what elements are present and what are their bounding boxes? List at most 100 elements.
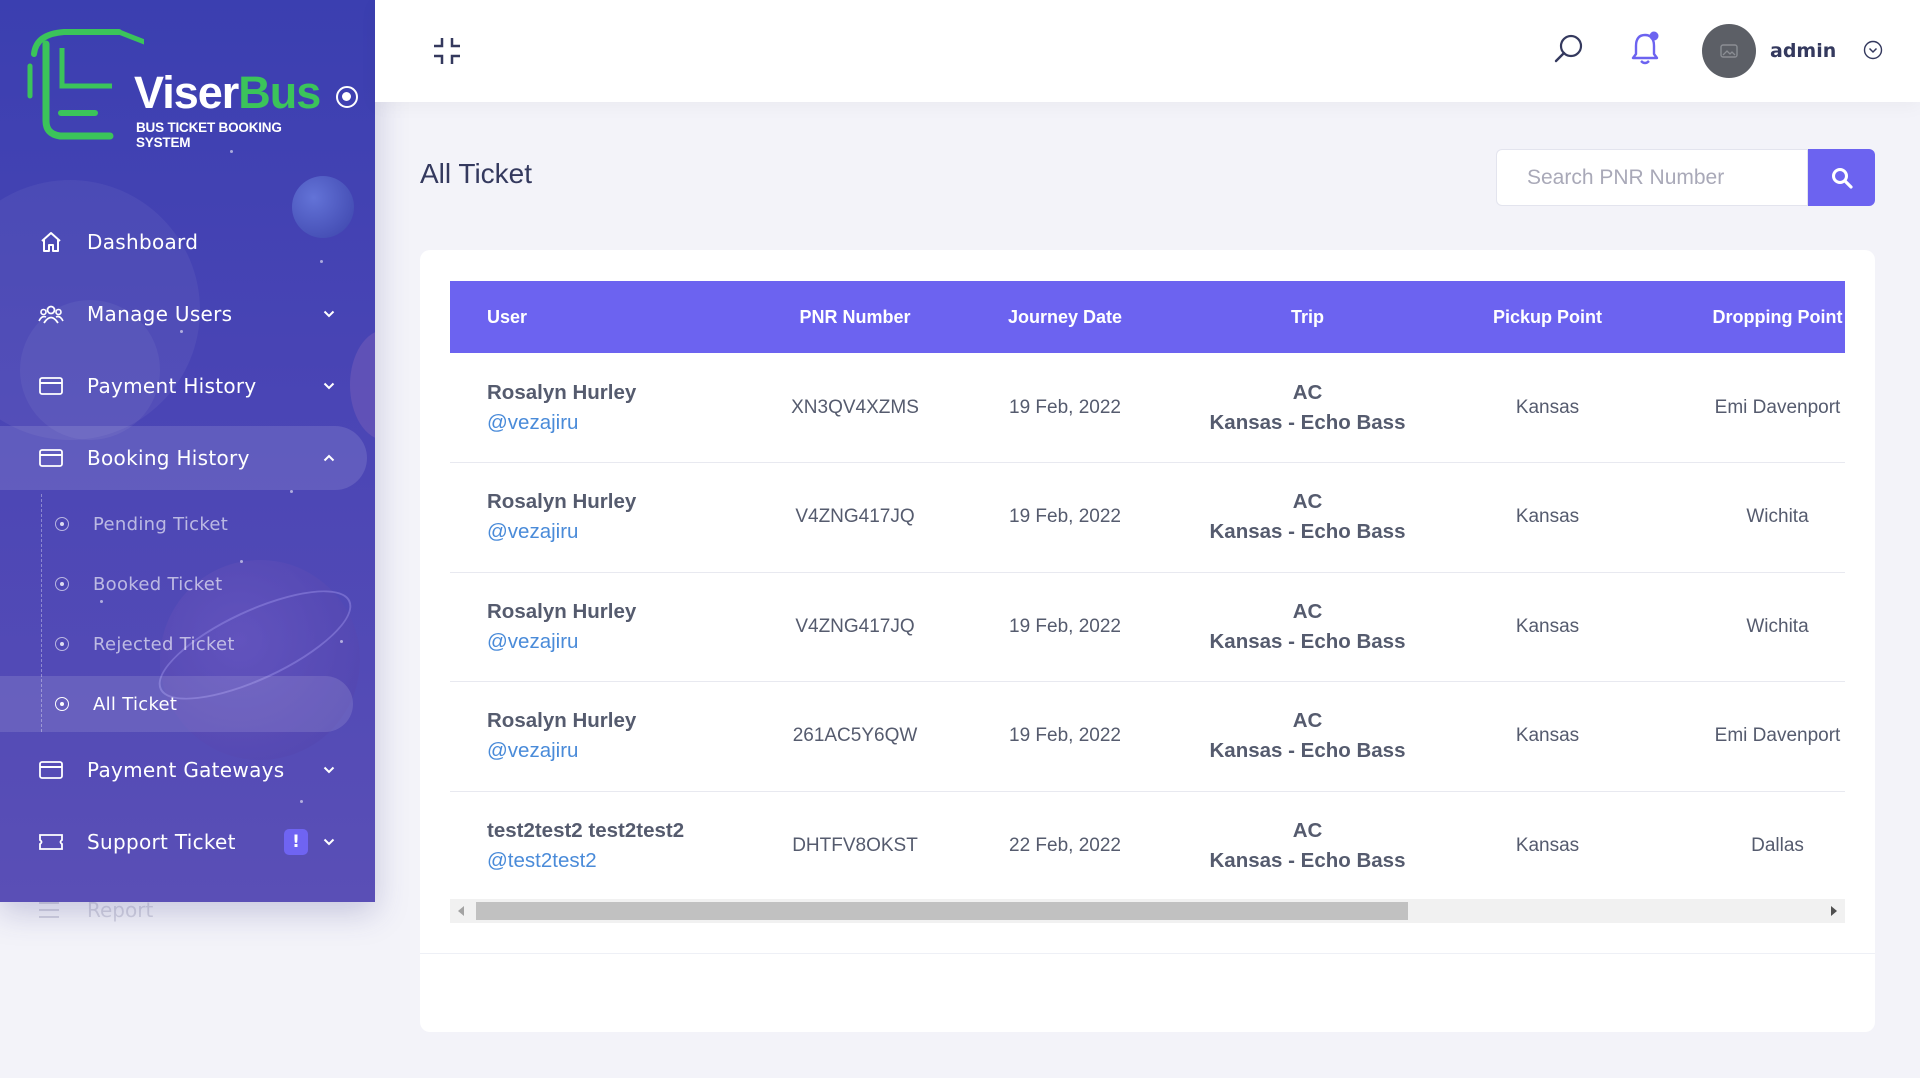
circle-dot-icon — [55, 577, 69, 591]
sidebar-item-payment-gateways[interactable]: Payment Gateways — [0, 734, 375, 806]
star-decoration — [230, 150, 233, 153]
trip-cell: AC Kansas - Echo Bass — [1175, 463, 1440, 573]
dropping-point-cell: Wichita — [1746, 615, 1809, 637]
credit-card-icon — [38, 374, 64, 398]
user-handle-link[interactable]: @vezajiru — [487, 411, 755, 435]
trip-cell: AC Kansas - Echo Bass — [1175, 572, 1440, 682]
journey-date-cell: 19 Feb, 2022 — [1009, 725, 1121, 747]
pnr-cell: XN3QV4XZMS — [791, 396, 919, 418]
pickup-point-cell: Kansas — [1515, 835, 1580, 856]
tickets-card: User PNR Number Journey Date Trip Pickup… — [420, 250, 1875, 1032]
chevron-down-icon — [323, 764, 335, 776]
dropping-point-cell: Dallas — [1751, 835, 1804, 856]
column-header-trip: Trip — [1290, 306, 1324, 327]
chevron-down-icon — [323, 308, 335, 320]
sidebar-item-label: Report — [87, 898, 154, 922]
trip-class: AC — [1292, 490, 1323, 514]
journey-date-cell: 19 Feb, 2022 — [1009, 396, 1121, 418]
pickup-point-cell: Kansas — [1515, 725, 1580, 747]
sidebar-toggle-button[interactable] — [336, 86, 358, 108]
sidebar-item-manage-users[interactable]: Manage Users — [0, 278, 375, 350]
sidebar-item-dashboard[interactable]: Dashboard — [0, 206, 375, 278]
chevron-down-circle-icon[interactable] — [1863, 40, 1883, 60]
column-header-user: User — [487, 306, 528, 327]
sidebar-item-booking-history[interactable]: Booking History — [0, 426, 367, 490]
avatar[interactable] — [1702, 24, 1756, 78]
sidebar-item-support-ticket[interactable]: Support Ticket ! — [0, 806, 375, 878]
pnr-cell: 261AC5Y6QW — [792, 725, 918, 747]
journey-date-cell: 22 Feb, 2022 — [1009, 835, 1121, 856]
pnr-cell: V4ZNG417JQ — [795, 615, 915, 637]
table-row: Rosalyn Hurley @vezajiru XN3QV4XZMS 19 F… — [450, 353, 1845, 463]
user-cell: Rosalyn Hurley @vezajiru — [450, 463, 755, 573]
card-divider — [420, 953, 1875, 954]
trip-cell: AC Kansas - Echo Bass — [1175, 353, 1440, 463]
journey-date-cell: 19 Feb, 2022 — [1009, 615, 1121, 637]
chevron-up-icon — [323, 452, 335, 464]
table-row: test2test2 test2test2 @test2test2 DHTFV8… — [450, 791, 1845, 901]
user-handle-link[interactable]: @test2test2 — [487, 849, 755, 873]
viserbus-logo[interactable]: ViserBus BUS TICKET BOOKING SYSTEM — [24, 26, 324, 150]
logo-wordmark: ViserBus — [134, 67, 321, 118]
sidebar-subitem-booked-ticket[interactable]: Booked Ticket — [0, 554, 375, 614]
pnr-search-input[interactable] — [1527, 165, 1807, 190]
sidebar-subitem-rejected-ticket[interactable]: Rejected Ticket — [0, 614, 375, 674]
credit-card-icon — [38, 758, 64, 782]
notification-bell-icon[interactable] — [1629, 30, 1661, 66]
user-cell: test2test2 test2test2 @test2test2 — [450, 791, 755, 901]
circle-dot-icon — [55, 637, 69, 651]
search-button[interactable] — [1808, 149, 1875, 206]
circle-dot-icon — [55, 517, 69, 531]
sidebar-nav: Dashboard Manage Users Payment History B… — [0, 206, 375, 878]
pnr-search-field[interactable] — [1496, 149, 1808, 206]
tickets-table-container: User PNR Number Journey Date Trip Pickup… — [450, 281, 1845, 921]
chevron-down-icon — [323, 836, 335, 848]
ticket-icon — [38, 830, 64, 854]
scroll-left-arrow-icon[interactable] — [458, 906, 464, 916]
sidebar-item-report[interactable]: Report — [0, 892, 375, 932]
home-icon — [38, 230, 64, 254]
pickup-point-cell: Kansas — [1515, 396, 1580, 418]
dropping-point-cell: Wichita — [1746, 506, 1809, 528]
scrollbar-thumb[interactable] — [476, 902, 1408, 920]
user-cell: Rosalyn Hurley @vezajiru — [450, 572, 755, 682]
dropping-point-cell: Emi Davenport — [1714, 396, 1841, 418]
column-header-pickup-point: Pickup Point — [1492, 306, 1602, 327]
sidebar-item-label: Payment Gateways — [87, 758, 285, 782]
sidebar-subitem-label: Booked Ticket — [93, 573, 223, 595]
column-header-dropping-point: Dropping Point — [1712, 306, 1843, 327]
user-handle-link[interactable]: @vezajiru — [487, 739, 755, 763]
pnr-cell: V4ZNG417JQ — [795, 506, 915, 528]
trip-route: Kansas - Echo Bass — [1209, 629, 1406, 653]
journey-date-cell: 19 Feb, 2022 — [1009, 506, 1121, 528]
scroll-right-arrow-icon[interactable] — [1831, 906, 1837, 916]
list-icon — [38, 900, 60, 924]
search-icon — [1831, 167, 1853, 189]
trip-route: Kansas - Echo Bass — [1209, 520, 1406, 544]
fullscreen-exit-icon[interactable] — [432, 36, 462, 66]
sidebar-subitem-all-ticket[interactable]: All Ticket — [0, 676, 353, 732]
user-name[interactable]: admin — [1770, 40, 1836, 62]
sidebar-item-label: Dashboard — [87, 230, 199, 254]
horizontal-scrollbar[interactable] — [450, 899, 1845, 923]
booking-history-submenu: Pending Ticket Booked Ticket Rejected Ti… — [0, 494, 375, 732]
user-handle-link[interactable]: @vezajiru — [487, 520, 755, 544]
table-row: Rosalyn Hurley @vezajiru 261AC5Y6QW 19 F… — [450, 682, 1845, 791]
sidebar-subitem-pending-ticket[interactable]: Pending Ticket — [0, 494, 375, 554]
search-icon[interactable] — [1552, 32, 1586, 66]
user-full-name: Rosalyn Hurley — [487, 380, 637, 404]
sidebar-item-label: Manage Users — [87, 302, 233, 326]
sidebar-item-payment-history[interactable]: Payment History — [0, 350, 375, 422]
topbar: admin — [375, 0, 1920, 102]
user-cell: Rosalyn Hurley @vezajiru — [450, 353, 755, 463]
user-full-name: Rosalyn Hurley — [487, 599, 637, 623]
trip-route: Kansas - Echo Bass — [1209, 849, 1406, 872]
chevron-down-icon — [323, 380, 335, 392]
column-header-journey-date: Journey Date — [1007, 306, 1123, 327]
sidebar-item-label: Payment History — [87, 374, 257, 398]
user-handle-link[interactable]: @vezajiru — [487, 630, 755, 654]
pickup-point-cell: Kansas — [1515, 506, 1580, 528]
user-full-name: test2test2 test2test2 — [487, 819, 685, 842]
table-row: Rosalyn Hurley @vezajiru V4ZNG417JQ 19 F… — [450, 572, 1845, 682]
sidebar-item-label: Support Ticket — [87, 830, 236, 854]
